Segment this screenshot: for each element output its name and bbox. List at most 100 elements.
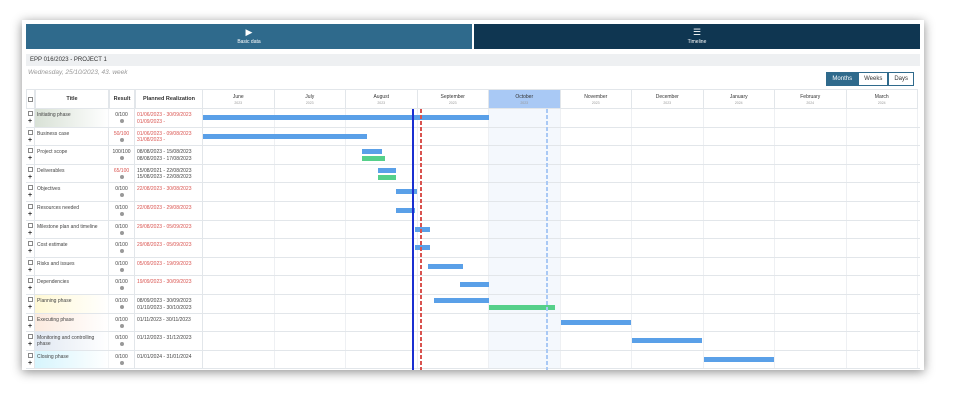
row-checkbox[interactable]: [28, 222, 33, 228]
task-title[interactable]: Cost estimate: [37, 242, 107, 248]
info-dot-icon[interactable]: [120, 360, 124, 365]
task-title[interactable]: Milestone plan and timeline: [37, 224, 107, 230]
row-checkbox[interactable]: [28, 129, 33, 135]
task-title[interactable]: Planning phase: [37, 298, 107, 304]
task-row[interactable]: + Project scope 100/100 08/08/2023 - 15/08/…: [26, 146, 920, 165]
info-dot-icon[interactable]: [120, 174, 124, 179]
planned-bar[interactable]: [203, 115, 489, 120]
task-title[interactable]: Risks and issues: [37, 261, 107, 267]
task-title[interactable]: Resources needed: [37, 205, 107, 211]
tab-timeline[interactable]: ☰ Timeline: [474, 24, 920, 49]
task-title[interactable]: Initiating phase: [37, 112, 107, 118]
row-checkbox[interactable]: [28, 315, 33, 321]
plus-icon[interactable]: +: [28, 155, 32, 162]
current-period-line: [546, 109, 549, 370]
row-checkbox[interactable]: [28, 166, 33, 172]
task-title[interactable]: Project scope: [37, 149, 107, 155]
info-dot-icon[interactable]: [120, 193, 124, 198]
task-row[interactable]: + Closing phase 0/100 01/01/2024 - 31/01/20…: [26, 350, 920, 370]
planned-bar[interactable]: [378, 167, 397, 173]
month-june: June 2023: [203, 89, 275, 109]
task-row[interactable]: + Resources needed 0/100 22/08/2023 - 29/08…: [26, 202, 920, 221]
tab-basic-data[interactable]: ▶ Basic data: [26, 24, 472, 49]
task-result: 0/100: [115, 260, 128, 267]
plus-icon[interactable]: +: [28, 211, 32, 218]
info-dot-icon[interactable]: [120, 267, 124, 272]
plus-icon[interactable]: +: [28, 118, 32, 125]
info-dot-icon[interactable]: [120, 212, 124, 216]
row-checkbox[interactable]: [28, 111, 33, 116]
task-row[interactable]: + Milestone plan and timeline 0/100 29/08/2…: [26, 220, 920, 240]
task-row[interactable]: + Risks and issues 0/100 05/09/2023 - 19/09…: [26, 257, 920, 277]
row-checkbox[interactable]: [28, 297, 33, 302]
row-checkbox[interactable]: [28, 148, 33, 154]
info-dot-icon[interactable]: [120, 119, 124, 123]
info-dot-icon[interactable]: [120, 286, 124, 291]
plus-icon[interactable]: +: [28, 248, 32, 255]
task-title[interactable]: Deliverables: [37, 168, 107, 174]
info-dot-icon[interactable]: [120, 156, 124, 161]
plus-icon[interactable]: +: [28, 137, 32, 144]
task-row[interactable]: + Executing phase 0/100 01/11/2023 - 30/11/…: [26, 313, 920, 333]
task-title[interactable]: Objectives: [37, 186, 107, 192]
task-title-cell: Milestone plan and timeline: [35, 220, 109, 239]
info-dot-icon[interactable]: [120, 323, 124, 328]
task-title[interactable]: Closing phase: [37, 354, 107, 360]
timeline-cell: [561, 295, 632, 313]
task-title[interactable]: Executing phase: [37, 317, 107, 323]
plus-icon[interactable]: +: [28, 192, 32, 199]
planned-bar[interactable]: [415, 245, 430, 251]
row-checkbox[interactable]: [28, 334, 33, 340]
timeline-cell: [275, 257, 346, 276]
planned-bar[interactable]: [427, 263, 463, 269]
view-months-button[interactable]: Months: [826, 72, 859, 86]
info-dot-icon[interactable]: [120, 230, 124, 235]
task-row[interactable]: + Monitoring and controlling phase 0/100 01…: [26, 332, 920, 351]
task-title[interactable]: Monitoring and controlling phase: [37, 335, 107, 347]
plus-icon[interactable]: +: [28, 341, 32, 348]
planned-bar[interactable]: [560, 319, 631, 325]
view-days-button[interactable]: Days: [888, 72, 914, 86]
select-all-checkbox[interactable]: [28, 96, 33, 102]
actual-bar[interactable]: [361, 156, 386, 162]
planned-bar[interactable]: [203, 133, 368, 139]
plus-icon[interactable]: +: [28, 360, 32, 367]
task-row[interactable]: + Business case 50/100 01/06/2023 - 09/08/2…: [26, 127, 920, 147]
task-row[interactable]: + Cost estimate 0/100 29/08/2023 - 05/09/20…: [26, 239, 920, 258]
planned-bar[interactable]: [433, 298, 489, 303]
view-weeks-button[interactable]: Weeks: [858, 72, 889, 86]
plus-icon[interactable]: +: [28, 323, 32, 330]
plus-icon[interactable]: +: [28, 230, 32, 237]
planned-dates: 01/06/2023 - 09/08/2023 31/08/2023 -: [137, 131, 192, 144]
plus-icon[interactable]: +: [28, 267, 32, 274]
row-checkbox[interactable]: [28, 352, 33, 358]
info-dot-icon[interactable]: [120, 305, 124, 309]
task-row[interactable]: + Planning phase 0/100 08/09/2023 - 30/09/2…: [26, 295, 920, 314]
planned-dates: 05/09/2023 - 19/09/2023: [137, 261, 192, 268]
row-checkbox[interactable]: [28, 259, 33, 265]
info-dot-icon[interactable]: [120, 249, 124, 254]
task-row[interactable]: + Dependencies 0/100 19/09/2023 - 30/09/202…: [26, 276, 920, 295]
row-checkbox[interactable]: [28, 278, 33, 284]
timeline-cell: [346, 239, 418, 257]
info-dot-icon[interactable]: [120, 137, 124, 142]
row-checkbox[interactable]: [28, 185, 33, 191]
task-row[interactable]: + Objectives 0/100 22/08/2023 - 30/08/2023: [26, 183, 920, 202]
task-title[interactable]: Dependencies: [37, 279, 107, 285]
task-row[interactable]: + Deliverables 65/100 15/08/2021 - 22/08/20…: [26, 164, 920, 184]
month-name: January: [729, 93, 748, 100]
row-checkbox[interactable]: [28, 241, 33, 247]
planned-bar[interactable]: [460, 282, 489, 288]
planned-bar[interactable]: [632, 338, 703, 344]
planned-bar[interactable]: [703, 356, 774, 362]
task-title[interactable]: Business case: [37, 131, 107, 137]
row-checkbox[interactable]: [28, 204, 33, 209]
plus-icon[interactable]: +: [28, 285, 32, 292]
actual-bar[interactable]: [378, 174, 397, 180]
task-row[interactable]: + Initiating phase 0/100 01/06/2023 - 30/09…: [26, 109, 920, 128]
planned-bar[interactable]: [415, 226, 430, 232]
info-dot-icon[interactable]: [120, 342, 124, 347]
plus-icon[interactable]: +: [28, 174, 32, 181]
planned-bar[interactable]: [361, 149, 382, 155]
plus-icon[interactable]: +: [28, 304, 32, 311]
